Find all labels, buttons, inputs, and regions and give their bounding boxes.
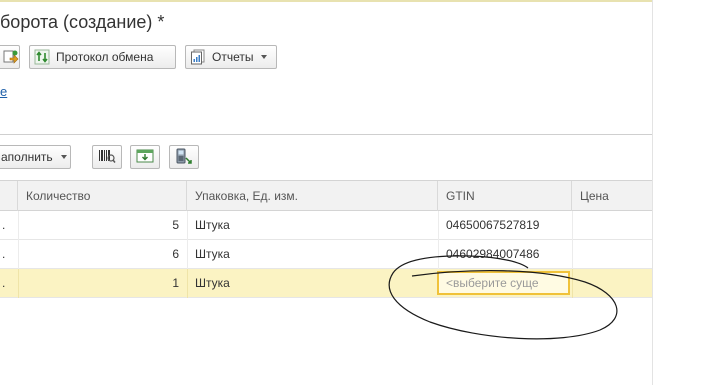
row-lead-cell: . <box>2 276 6 290</box>
column-header-unit[interactable]: Упаковка, Ед. изм. <box>187 181 438 211</box>
unit-cell[interactable]: Штука <box>187 240 438 268</box>
quantity-cell[interactable]: 6 <box>18 240 187 268</box>
exchange-arrows-icon <box>34 49 50 65</box>
section-separator <box>0 134 652 135</box>
column-header-lead <box>0 181 18 211</box>
unit-cell[interactable]: Штука <box>187 211 438 239</box>
price-cell[interactable] <box>572 211 652 239</box>
chevron-down-icon <box>261 55 268 59</box>
exchange-protocol-button[interactable]: Протокол обмена <box>29 45 176 69</box>
form-right-border <box>652 0 653 385</box>
data-collection-terminal-button[interactable] <box>169 145 199 169</box>
barcode-search-button[interactable] <box>92 145 122 169</box>
barcode-search-icon <box>98 148 116 167</box>
row-lead-cell: . <box>2 218 6 232</box>
table-load-icon <box>136 148 154 167</box>
table-header: Количество Упаковка, Ед. изм. GTIN Цена <box>0 180 652 211</box>
gtin-cell[interactable]: 04650067527819 <box>438 211 572 239</box>
price-cell[interactable] <box>572 269 652 297</box>
column-header-quantity[interactable]: Количество <box>18 181 187 211</box>
page-title: борота (создание) * <box>0 12 165 32</box>
window-top-line <box>0 0 652 2</box>
column-header-price[interactable]: Цена <box>572 181 652 211</box>
fill-button[interactable]: аполнить <box>0 145 71 169</box>
unit-cell[interactable]: Штука <box>187 269 438 297</box>
gtin-cell[interactable]: 04602984007486 <box>438 240 572 268</box>
column-header-gtin[interactable]: GTIN <box>438 181 572 211</box>
table-row[interactable]: . 5 Штука 04650067527819 <box>0 211 652 240</box>
price-cell[interactable] <box>572 240 652 268</box>
fill-label: аполнить <box>1 150 53 164</box>
chevron-down-icon <box>60 155 67 159</box>
left-edge-button[interactable] <box>0 45 20 69</box>
reports-button[interactable]: Отчеты <box>185 45 277 69</box>
quantity-cell[interactable]: 5 <box>18 211 187 239</box>
row-lead-cell: . <box>2 247 6 261</box>
document-post-icon <box>3 49 19 65</box>
quantity-cell[interactable]: 1 <box>18 269 187 297</box>
table-row[interactable]: . 6 Штука 04602984007486 <box>0 240 652 269</box>
reports-icon <box>190 49 206 65</box>
table-row-selected[interactable]: . 1 Штука <выберите суще <box>0 269 652 298</box>
reports-label: Отчеты <box>212 50 254 64</box>
exchange-protocol-label: Протокол обмена <box>56 50 154 64</box>
terminal-device-icon <box>175 148 193 167</box>
load-from-file-button[interactable] <box>130 145 160 169</box>
gtin-edit-field[interactable]: <выберите суще <box>437 271 570 295</box>
document-link-fragment[interactable]: е <box>0 84 7 99</box>
